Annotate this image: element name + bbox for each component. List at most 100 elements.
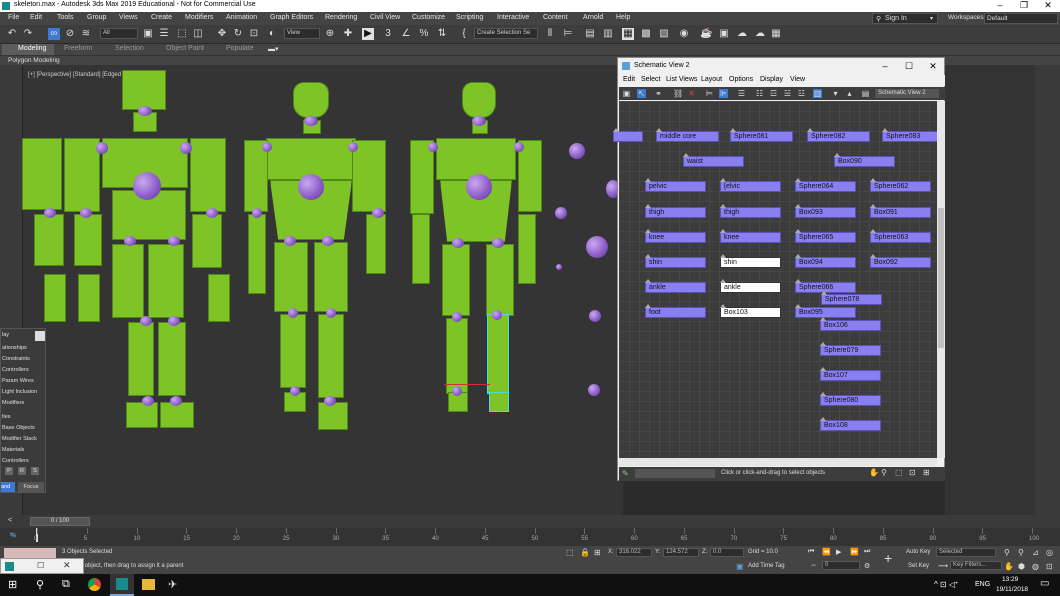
pan-view-icon[interactable]: ✋: [1004, 562, 1014, 571]
node-sphere078[interactable]: Sphere078: [821, 291, 882, 305]
menu-file[interactable]: File: [8, 14, 19, 21]
undo-icon[interactable]: ↶: [6, 28, 18, 40]
node-sphere083[interactable]: Sphere083: [882, 128, 938, 142]
select-object-icon[interactable]: ▣: [142, 28, 154, 40]
prev-key-icon[interactable]: ⏪: [822, 548, 831, 556]
pivot-icon[interactable]: ⊕: [324, 28, 336, 40]
popup-p-button[interactable]: P: [5, 467, 13, 475]
search-icon[interactable]: ⚲: [36, 578, 44, 591]
unlink-icon[interactable]: ⊘: [64, 28, 76, 40]
select-by-name-icon[interactable]: ☰: [158, 28, 170, 40]
popup-item[interactable]: Materials: [2, 447, 24, 453]
popup-close-icon[interactable]: [35, 331, 45, 341]
track-bar[interactable]: [0, 528, 1060, 546]
schematic-vertical-scroll-thumb[interactable]: [938, 208, 944, 348]
sign-in-dropdown[interactable]: ⚲ Sign In ▾: [872, 13, 938, 24]
menu-rendering[interactable]: Rendering: [325, 14, 357, 21]
preview-restore-icon[interactable]: ☐: [37, 561, 44, 570]
menu-content[interactable]: Content: [543, 14, 568, 21]
render-icon[interactable]: ☁: [736, 28, 748, 40]
language-indicator[interactable]: ENG: [975, 581, 990, 588]
popup-item[interactable]: Light Inclusion: [2, 389, 37, 395]
node-box091[interactable]: Box091: [870, 204, 931, 218]
display-floater-icon[interactable]: ▣: [622, 89, 631, 98]
select-icon[interactable]: ↖: [637, 89, 646, 98]
snaps-toggle-icon[interactable]: 3: [382, 28, 394, 40]
schematic-menu-select[interactable]: Select: [641, 76, 660, 83]
zoom-region-icon[interactable]: ⬚: [895, 468, 903, 477]
place-icon[interactable]: ◐: [266, 28, 278, 40]
notification-icon[interactable]: ▭: [1040, 578, 1049, 589]
schematic-view-icon[interactable]: ▧: [658, 28, 670, 40]
auto-key-button[interactable]: Auto Key: [906, 549, 930, 555]
viewport-right-area[interactable]: [945, 65, 1035, 515]
add-time-tag[interactable]: Add Time Tag: [748, 563, 785, 569]
node-box092[interactable]: Box092: [870, 254, 931, 268]
collapse-icon[interactable]: ▴: [845, 89, 854, 98]
popup-r-button[interactable]: R: [18, 467, 26, 475]
tab-populate[interactable]: Populate: [226, 45, 254, 52]
field-of-view-icon[interactable]: ⊿: [1032, 548, 1039, 557]
hierarchy-mode-icon[interactable]: ⊨: [705, 89, 714, 98]
zoom-icon[interactable]: ⚲: [881, 468, 887, 477]
taskbar-preview-popup[interactable]: ☐ ✕: [0, 558, 84, 574]
current-frame-field[interactable]: 0: [822, 561, 860, 570]
always-arrange-icon[interactable]: ☰: [737, 89, 746, 98]
render-frame-icon[interactable]: ▣: [718, 28, 730, 40]
schematic-menu-view[interactable]: View: [790, 76, 805, 83]
z-coord-field[interactable]: 0.0: [710, 548, 744, 557]
move-children-icon[interactable]: ▥: [813, 89, 822, 98]
time-config-icon[interactable]: ⚙: [864, 562, 870, 570]
menu-interactive[interactable]: Interactive: [497, 14, 529, 21]
popup-item[interactable]: Controllers: [2, 367, 29, 373]
walk-through-icon[interactable]: ⬢: [1018, 562, 1025, 571]
app-icon-extra[interactable]: ✈: [168, 578, 177, 591]
clock-time[interactable]: 13:29: [1002, 576, 1018, 583]
orbit-icon[interactable]: ◎: [1046, 548, 1053, 557]
menu-group[interactable]: Group: [87, 14, 106, 21]
node-knee-left[interactable]: knee: [645, 229, 706, 243]
taskbar-3dsmax[interactable]: [110, 574, 134, 596]
set-key-button[interactable]: Set Key: [908, 563, 929, 569]
node-box107[interactable]: Box107: [820, 367, 881, 381]
material-editor-icon[interactable]: ◉: [678, 28, 690, 40]
maximize-viewport-icon[interactable]: ⊡: [1046, 562, 1053, 571]
goto-start-icon[interactable]: ⏮: [808, 548, 814, 556]
zoom-selected-icon[interactable]: ⊞: [923, 468, 930, 477]
chrome-icon[interactable]: [88, 578, 101, 591]
popup-s-button[interactable]: S: [31, 467, 39, 475]
node-box093[interactable]: Box093: [795, 204, 856, 218]
schematic-maximize-icon[interactable]: ☐: [898, 59, 920, 73]
workspace-dropdown[interactable]: Default: [984, 13, 1058, 24]
render-production-icon[interactable]: ☁: [754, 28, 766, 40]
node-sphere081[interactable]: Sphere081: [730, 128, 793, 142]
x-coord-field[interactable]: 316.022: [616, 548, 652, 557]
delete-icon[interactable]: ✕: [687, 89, 696, 98]
ribbon-options-icon[interactable]: ▬▾: [268, 45, 279, 53]
schematic-menu-list-views[interactable]: List Views: [666, 76, 697, 83]
layer-explorer-icon[interactable]: ▥: [602, 28, 614, 40]
select-manipulate-icon[interactable]: ✚: [342, 28, 354, 40]
schematic-menu-layout[interactable]: Layout: [701, 76, 722, 83]
tab-modeling[interactable]: Modeling: [18, 45, 46, 52]
close-icon[interactable]: ✕: [1036, 0, 1060, 12]
tray-icons[interactable]: ^ ⊡ ◁ᐩ: [934, 580, 958, 589]
angle-snap-icon[interactable]: ∠: [400, 28, 412, 40]
schematic-search-field[interactable]: [635, 469, 715, 478]
node-box106[interactable]: Box106: [820, 317, 881, 331]
node-box108[interactable]: Box108: [820, 417, 881, 431]
minimize-icon[interactable]: –: [988, 0, 1012, 12]
lock-selection-icon[interactable]: 🔒: [580, 548, 590, 557]
menu-civil-view[interactable]: Civil View: [370, 14, 400, 21]
play-icon[interactable]: ▶: [836, 548, 841, 556]
spinner-snap-icon[interactable]: ⇅: [436, 28, 448, 40]
references-mode-icon[interactable]: ⊫: [719, 89, 728, 98]
isolate-icon[interactable]: ⬚: [566, 548, 574, 557]
mirror-icon[interactable]: ⫴: [544, 28, 556, 40]
connect-icon[interactable]: ⚭: [654, 89, 663, 98]
unlink-selected-icon[interactable]: ⛓: [673, 89, 683, 98]
node-sphere080[interactable]: Sphere080: [820, 392, 881, 406]
windows-start-icon[interactable]: ⊞: [8, 578, 17, 591]
menu-tools[interactable]: Tools: [57, 14, 73, 21]
absolute-mode-icon[interactable]: ⊞: [594, 548, 601, 557]
